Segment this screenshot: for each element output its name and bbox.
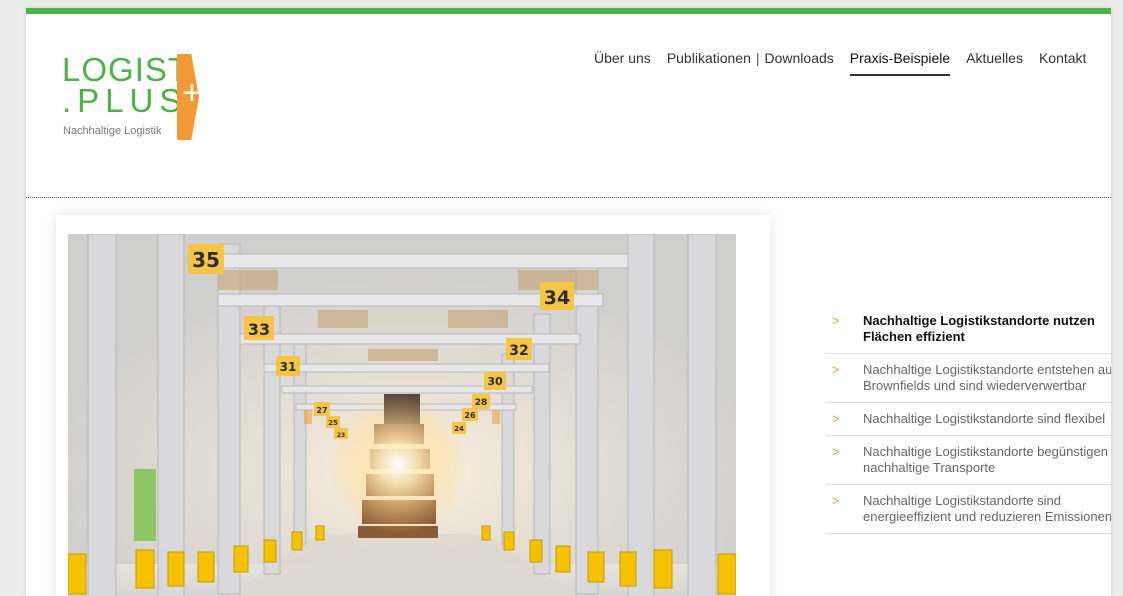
nav-item-kontakt[interactable]: Kontakt	[1039, 50, 1086, 76]
logo[interactable]: LOGIST .PLUS + Nachhaltige Logistik	[62, 50, 222, 145]
nav-gap	[834, 50, 850, 76]
shelf-label: 28	[475, 398, 488, 408]
praxis-topic-list: > Nachhaltige Logistikstandorte nutzen F…	[826, 305, 1111, 534]
active-nav-underline	[849, 74, 951, 76]
topic-item-label: Nachhaltige Logistikstandorte sind flexi…	[863, 411, 1106, 426]
shelf-label: 34	[544, 287, 570, 309]
shelf-label: 32	[509, 343, 528, 359]
logo-plus-icon: +	[182, 74, 202, 112]
nav-gap	[950, 50, 966, 76]
shelf-label: 35	[192, 248, 220, 272]
page: LOGIST .PLUS + Nachhaltige Logistik Über…	[26, 8, 1111, 596]
shelf-label: 24	[454, 425, 464, 433]
main-nav: Über uns Publikationen | Downloads Praxi…	[594, 50, 1086, 76]
shelf-label: 31	[280, 360, 297, 374]
shelf-label: 33	[248, 320, 270, 339]
nav-item-publikationen[interactable]: Publikationen	[667, 50, 751, 76]
dotted-divider	[26, 197, 1111, 198]
chevron-right-icon: >	[832, 411, 840, 426]
chevron-right-icon: >	[832, 444, 840, 459]
chevron-right-icon: >	[832, 493, 840, 508]
nav-item-label: Über uns	[594, 50, 651, 66]
shelf-label: 27	[316, 406, 327, 415]
nav-item-downloads[interactable]: Downloads	[765, 50, 834, 76]
chevron-right-icon: >	[832, 313, 840, 328]
logo-text-line2: .PLUS	[62, 82, 188, 119]
nav-item-label: Downloads	[764, 50, 834, 66]
shelf-label: 23	[337, 432, 345, 439]
topic-item-flaechen-effizient[interactable]: > Nachhaltige Logistikstandorte nutzen F…	[826, 305, 1111, 354]
topic-item-transporte[interactable]: > Nachhaltige Logistikstandorte begünsti…	[826, 436, 1111, 485]
nav-separator: |	[755, 50, 760, 66]
shelf-label: 30	[487, 375, 503, 388]
warehouse-hero-image: 35 34 33 32 31 30 28 27 26 25 24 23	[68, 234, 736, 596]
nav-gap	[1023, 50, 1039, 76]
nav-item-praxis-beispiele[interactable]: Praxis-Beispiele	[849, 50, 951, 76]
topic-item-label: Nachhaltige Logistikstandorte begünstige…	[863, 444, 1109, 475]
topic-item-brownfields[interactable]: > Nachhaltige Logistikstandorte entstehe…	[826, 354, 1111, 403]
nav-item-ueber-uns[interactable]: Über uns	[594, 50, 651, 76]
nav-item-label: Aktuelles	[966, 50, 1023, 66]
shelf-label: 26	[464, 411, 476, 420]
logo-tagline: Nachhaltige Logistik	[63, 125, 162, 137]
shelf-label: 25	[328, 419, 338, 427]
topic-item-flexibel[interactable]: > Nachhaltige Logistikstandorte sind fle…	[826, 403, 1111, 436]
nav-item-label: Kontakt	[1038, 50, 1087, 66]
topic-item-energieeffizient[interactable]: > Nachhaltige Logistikstandorte sind ene…	[826, 485, 1111, 534]
nav-item-aktuelles[interactable]: Aktuelles	[966, 50, 1023, 76]
nav-item-label: Publikationen	[666, 50, 751, 66]
warehouse-illustration: 35 34 33 32 31 30 28 27 26 25 24 23	[68, 234, 736, 596]
topic-item-label: Nachhaltige Logistikstandorte entstehen …	[863, 362, 1111, 393]
nav-item-label: Praxis-Beispiele	[849, 50, 951, 66]
nav-gap	[651, 50, 667, 76]
top-accent-bar	[26, 8, 1111, 14]
chevron-right-icon: >	[832, 362, 840, 377]
topic-item-label: Nachhaltige Logistikstandorte sind energ…	[863, 493, 1111, 524]
topic-item-label: Nachhaltige Logistikstandorte nutzen Flä…	[863, 313, 1095, 344]
